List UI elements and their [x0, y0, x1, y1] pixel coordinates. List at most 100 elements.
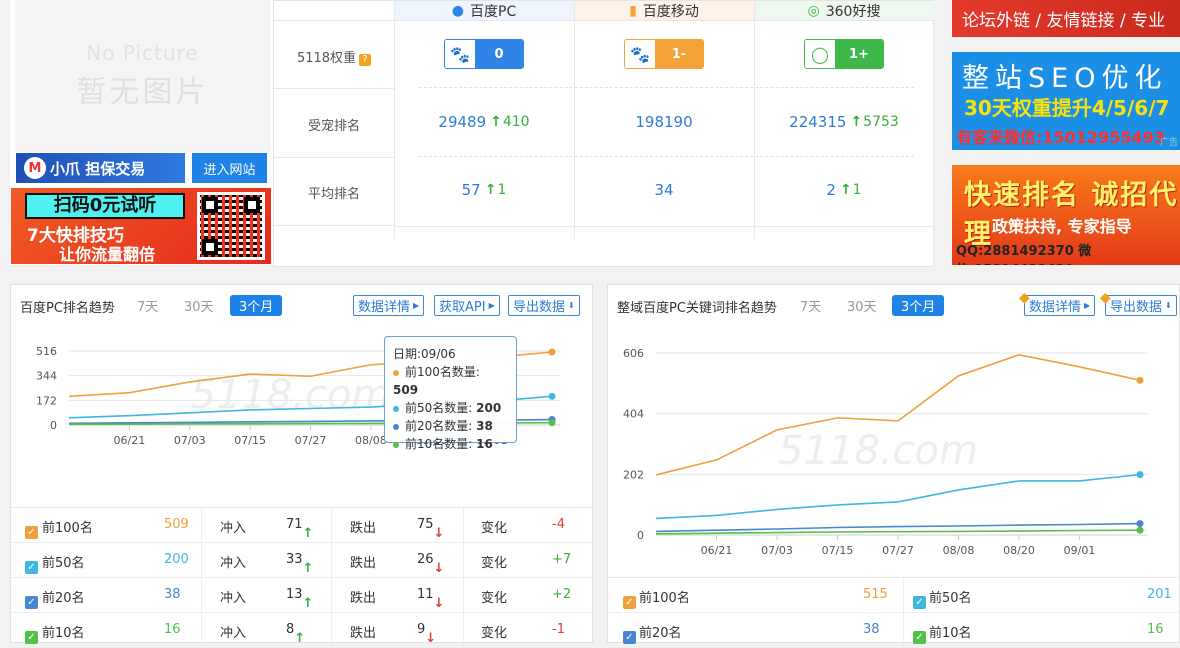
col-header-baidu-mobile: ▮ 百度移动	[574, 1, 754, 20]
qr-code-frame	[197, 192, 265, 260]
in-value: 8 ↑	[286, 622, 306, 646]
checkbox-icon[interactable]: ✓	[913, 596, 926, 609]
range-30d[interactable]: 30天	[847, 296, 877, 315]
x-tick-label: 06/21	[114, 434, 146, 447]
series-name: 前10名	[42, 626, 85, 641]
out-label: 跌出	[350, 521, 377, 536]
stats-row: ✓ 前20名 38 冲入 13 ↑ 跌出 11 ↓ 变化 +2	[11, 578, 592, 613]
range-30d[interactable]: 30天	[184, 296, 214, 315]
360-icon: ◎	[807, 2, 820, 19]
checkbox-icon[interactable]: ✓	[25, 561, 38, 574]
enter-site-button[interactable]: 进入网站	[192, 153, 267, 183]
data-detail-button[interactable]: 数据详情 ▶	[353, 295, 425, 316]
series-dot-icon	[393, 369, 399, 376]
x-tick-label: 08/20	[1003, 544, 1035, 557]
baidu-icon: ●	[451, 2, 464, 19]
in-label: 冲入	[220, 591, 247, 606]
tooltip-item: 前20名数量: 38	[393, 417, 508, 435]
data-point	[548, 348, 556, 356]
series-value: 201	[1147, 587, 1172, 602]
checkbox-icon[interactable]: ✓	[25, 596, 38, 609]
rank-baidu-pc[interactable]: 29489410	[394, 113, 574, 131]
series-name: 前10名	[929, 626, 972, 641]
out-label: 跌出	[350, 591, 377, 606]
series-name: 前50名	[929, 591, 972, 606]
export-data-button[interactable]: ◆ 导出数据 ⬇	[1100, 290, 1177, 316]
get-api-button[interactable]: 获取API ▶	[434, 295, 500, 316]
series-dot-icon	[393, 423, 399, 430]
x-tick-label: 07/03	[174, 434, 206, 447]
out-label: 跌出	[350, 626, 377, 641]
data-point	[1136, 471, 1144, 479]
xiaozhua-banner[interactable]: M 小爪 担保交易	[16, 153, 185, 183]
y-tick-label: 404	[623, 408, 644, 421]
panel-title: 百度PC排名趋势	[20, 301, 115, 316]
weight-badge-baidu-pc[interactable]: 🐾 0	[444, 39, 524, 69]
series-value: 515	[863, 587, 888, 602]
weight-badge-360[interactable]: ◯ 1+	[804, 39, 884, 69]
change-value: -1	[552, 622, 565, 637]
site-thumbnail-placeholder: No Picture 暂无图片	[15, 0, 270, 152]
scan-ad-banner[interactable]: 扫码0元试听 7大快排技巧 让你流量翻倍	[11, 188, 271, 264]
ad-fast-ranking[interactable]: 快速排名 诚招代理 政策扶持, 专家指导 QQ:2881492370 微信:15…	[952, 165, 1180, 265]
no-picture-cn-text: 暂无图片	[76, 75, 209, 110]
series-value: 509	[164, 517, 189, 532]
in-label: 冲入	[220, 626, 247, 641]
y-tick-label: 516	[36, 345, 57, 358]
checkbox-icon[interactable]: ✓	[25, 526, 38, 539]
paw-icon: 🐾	[445, 40, 475, 68]
range-7d[interactable]: 7天	[800, 296, 821, 315]
row-label-rank: 受宠排名	[307, 119, 360, 134]
data-point	[1136, 526, 1144, 534]
x-tick-label: 07/15	[822, 544, 854, 557]
series-value: 200	[164, 552, 189, 567]
range-7d[interactable]: 7天	[137, 296, 158, 315]
range-3m[interactable]: 3个月	[892, 295, 945, 316]
domain-keyword-chart[interactable]: 5118.com 0 202 404 606 06/21 07/03 07/15 07/27 08…	[608, 335, 1180, 575]
out-value: 75 ↓	[417, 517, 445, 541]
tooltip-item: 前100名数量: 509	[393, 365, 480, 397]
stats-row: ✓ 前100名 509 冲入 71 ↑ 跌出 75 ↓ 变化 -4	[11, 508, 592, 543]
checkbox-icon[interactable]: ✓	[25, 631, 38, 644]
series-dot-icon	[393, 405, 399, 412]
help-icon[interactable]: ?	[359, 54, 372, 66]
x-tick-label: 09/01	[1064, 544, 1096, 557]
download-icon: ⬇	[1165, 301, 1172, 310]
tooltip-item: 前50名数量: 200	[393, 399, 508, 417]
in-value: 13 ↑	[286, 587, 314, 611]
series-name: 前50名	[42, 556, 85, 571]
data-detail-button[interactable]: ◆ 数据详情 ▶	[1019, 290, 1096, 316]
change-label: 变化	[481, 556, 508, 571]
change-label: 变化	[481, 626, 508, 641]
rank-360[interactable]: 2243155753	[754, 113, 934, 131]
range-3m[interactable]: 3个月	[230, 295, 283, 316]
stats-row: ✓ 前50名 200 冲入 33 ↑ 跌出 26 ↓ 变化 +7	[11, 543, 592, 578]
mobile-icon: ▮	[629, 2, 637, 19]
x-tick-label: 07/03	[761, 544, 793, 557]
data-point	[1136, 520, 1144, 528]
data-point	[548, 419, 556, 427]
export-data-button[interactable]: 导出数据 ⬇	[508, 295, 580, 316]
paw-mobile-icon: 🐾	[625, 40, 655, 68]
ad-seo-optimization[interactable]: 整站SEO优化 30天权重提升4/5/6/7 有客来微信:15012955493…	[952, 52, 1180, 150]
out-value: 26 ↓	[417, 552, 445, 576]
y-tick-label: 606	[623, 347, 644, 360]
no-picture-text: No Picture	[86, 41, 199, 65]
series-name: 前100名	[42, 521, 93, 536]
avg-360: 21	[754, 181, 934, 199]
ad-forum-links[interactable]: 论坛外链 / 友情链接 / 专业	[952, 0, 1180, 37]
xiaozhua-banner-text: 小爪 担保交易	[50, 159, 146, 178]
series-value: 38	[164, 587, 181, 602]
rank-baidu-mobile[interactable]: 198190	[574, 113, 754, 131]
checkbox-icon[interactable]: ✓	[623, 596, 636, 609]
x-tick-label: 07/27	[295, 434, 327, 447]
checkbox-icon[interactable]: ✓	[623, 631, 636, 644]
x-tick-label: 06/21	[701, 544, 733, 557]
caret-right-icon: ▶	[488, 301, 495, 310]
series-value: 38	[863, 622, 880, 637]
checkbox-icon[interactable]: ✓	[913, 631, 926, 644]
weight-badge-baidu-mobile[interactable]: 🐾 1-	[624, 39, 704, 69]
y-tick-label: 172	[36, 394, 57, 407]
y-tick-label: 202	[623, 468, 644, 481]
out-label: 跌出	[350, 556, 377, 571]
